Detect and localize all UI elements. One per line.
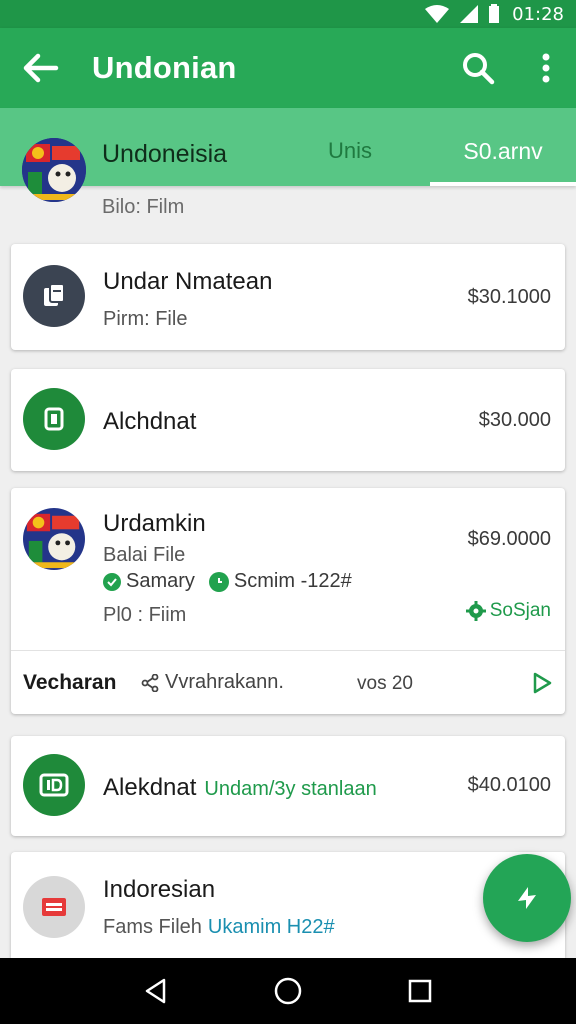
action-meta: vos 20 (357, 673, 413, 694)
signal-icon (460, 5, 479, 23)
tab-selected[interactable]: S0.arnv (430, 108, 576, 186)
search-icon[interactable] (460, 50, 496, 86)
item-title-row: Alekdnat Undam/3y stanlaan (103, 774, 377, 802)
item-title: Alekdnat (103, 774, 197, 801)
item-price: $30.1000 (467, 286, 551, 308)
wifi-icon (425, 5, 450, 23)
list-item[interactable]: Alchdnat $30.000 (11, 369, 565, 471)
id-icon (23, 754, 85, 816)
poster-image (23, 508, 85, 570)
header-name: Undoneisia (102, 140, 228, 168)
more-vert-icon[interactable] (534, 50, 558, 86)
item-subtitle: Balai File (103, 544, 186, 566)
item-title: Indoresian (103, 876, 216, 903)
item-price: $69.0000 (467, 528, 551, 550)
play-icon[interactable] (531, 671, 553, 695)
item-title: Urdamkin (103, 510, 206, 537)
item-title-suffix: Undam/3y stanlaan (204, 778, 377, 800)
fab-button[interactable] (483, 854, 571, 942)
item-title: Undar Nmatean (103, 268, 273, 295)
chip-label: Samary (126, 570, 195, 592)
check-icon (103, 572, 121, 591)
rectangle-icon (23, 388, 85, 450)
action-row: Vecharan Vvrahrakann. vos 20 (11, 650, 565, 716)
item-title: Alchdnat (103, 408, 197, 435)
item-subtitle: Fams Fileh (103, 916, 202, 938)
tab-unis[interactable]: Unis (328, 138, 372, 164)
chip: Samary (103, 570, 195, 593)
list-item[interactable]: Alekdnat Undam/3y stanlaan $40.0100 (11, 736, 565, 836)
list-item[interactable]: Indoresian Fams Fileh Ukamim H22# (11, 852, 565, 958)
chip-line: Samary Scmim -122# (103, 570, 352, 593)
item-subtitle-suffix: Ukamim H22# (207, 916, 335, 938)
share-icon (141, 673, 159, 692)
action-label: Vvrahrakann. (165, 671, 284, 693)
status-badge: SoSjan (465, 600, 551, 622)
nav-back-button[interactable] (136, 971, 176, 1011)
tab-strip: Undoneisia Unis S0.arnv (0, 108, 576, 202)
header-subtitle: Bilo: Film (102, 196, 185, 218)
list-item-expanded[interactable]: Urdamkin Balai File Samary Scmim -122# P… (11, 488, 565, 714)
app-title: Undonian (92, 50, 237, 85)
circle-home-icon (274, 977, 302, 1005)
item-line: Pl0 : Fiim (103, 604, 187, 626)
calendar-icon (23, 876, 85, 938)
action-button[interactable]: Vecharan (23, 671, 116, 695)
triangle-back-icon (145, 978, 166, 1004)
gear-icon (465, 601, 486, 621)
chip-label: Scmim -122# (233, 570, 352, 592)
bolt-icon (518, 887, 536, 909)
item-price: $30.000 (478, 409, 551, 431)
document-icon (23, 265, 85, 327)
poster-image (22, 138, 86, 202)
item-subtitle-row: Fams Fileh Ukamim H22# (103, 916, 335, 939)
chip: Scmim -122# (208, 570, 352, 593)
arrow-left-icon[interactable] (20, 50, 60, 86)
clock-icon (208, 571, 229, 592)
action-share[interactable]: Vvrahrakann. (141, 671, 284, 694)
app-bar: Undonian (0, 28, 576, 108)
battery-icon (489, 4, 500, 23)
list-item[interactable]: Undar Nmatean Pirm: File $30.1000 (11, 244, 565, 350)
nav-home-button[interactable] (268, 971, 308, 1011)
status-time: 01:28 (512, 3, 564, 25)
nav-bar (0, 958, 576, 1024)
avatar (22, 138, 86, 202)
status-bar: 01:28 (0, 0, 576, 28)
status-label: SoSjan (489, 600, 551, 621)
nav-recents-button[interactable] (400, 971, 440, 1011)
square-recents-icon (408, 979, 432, 1003)
item-subtitle: Pirm: File (103, 308, 188, 330)
avatar (23, 508, 85, 570)
item-price: $40.0100 (467, 774, 551, 796)
